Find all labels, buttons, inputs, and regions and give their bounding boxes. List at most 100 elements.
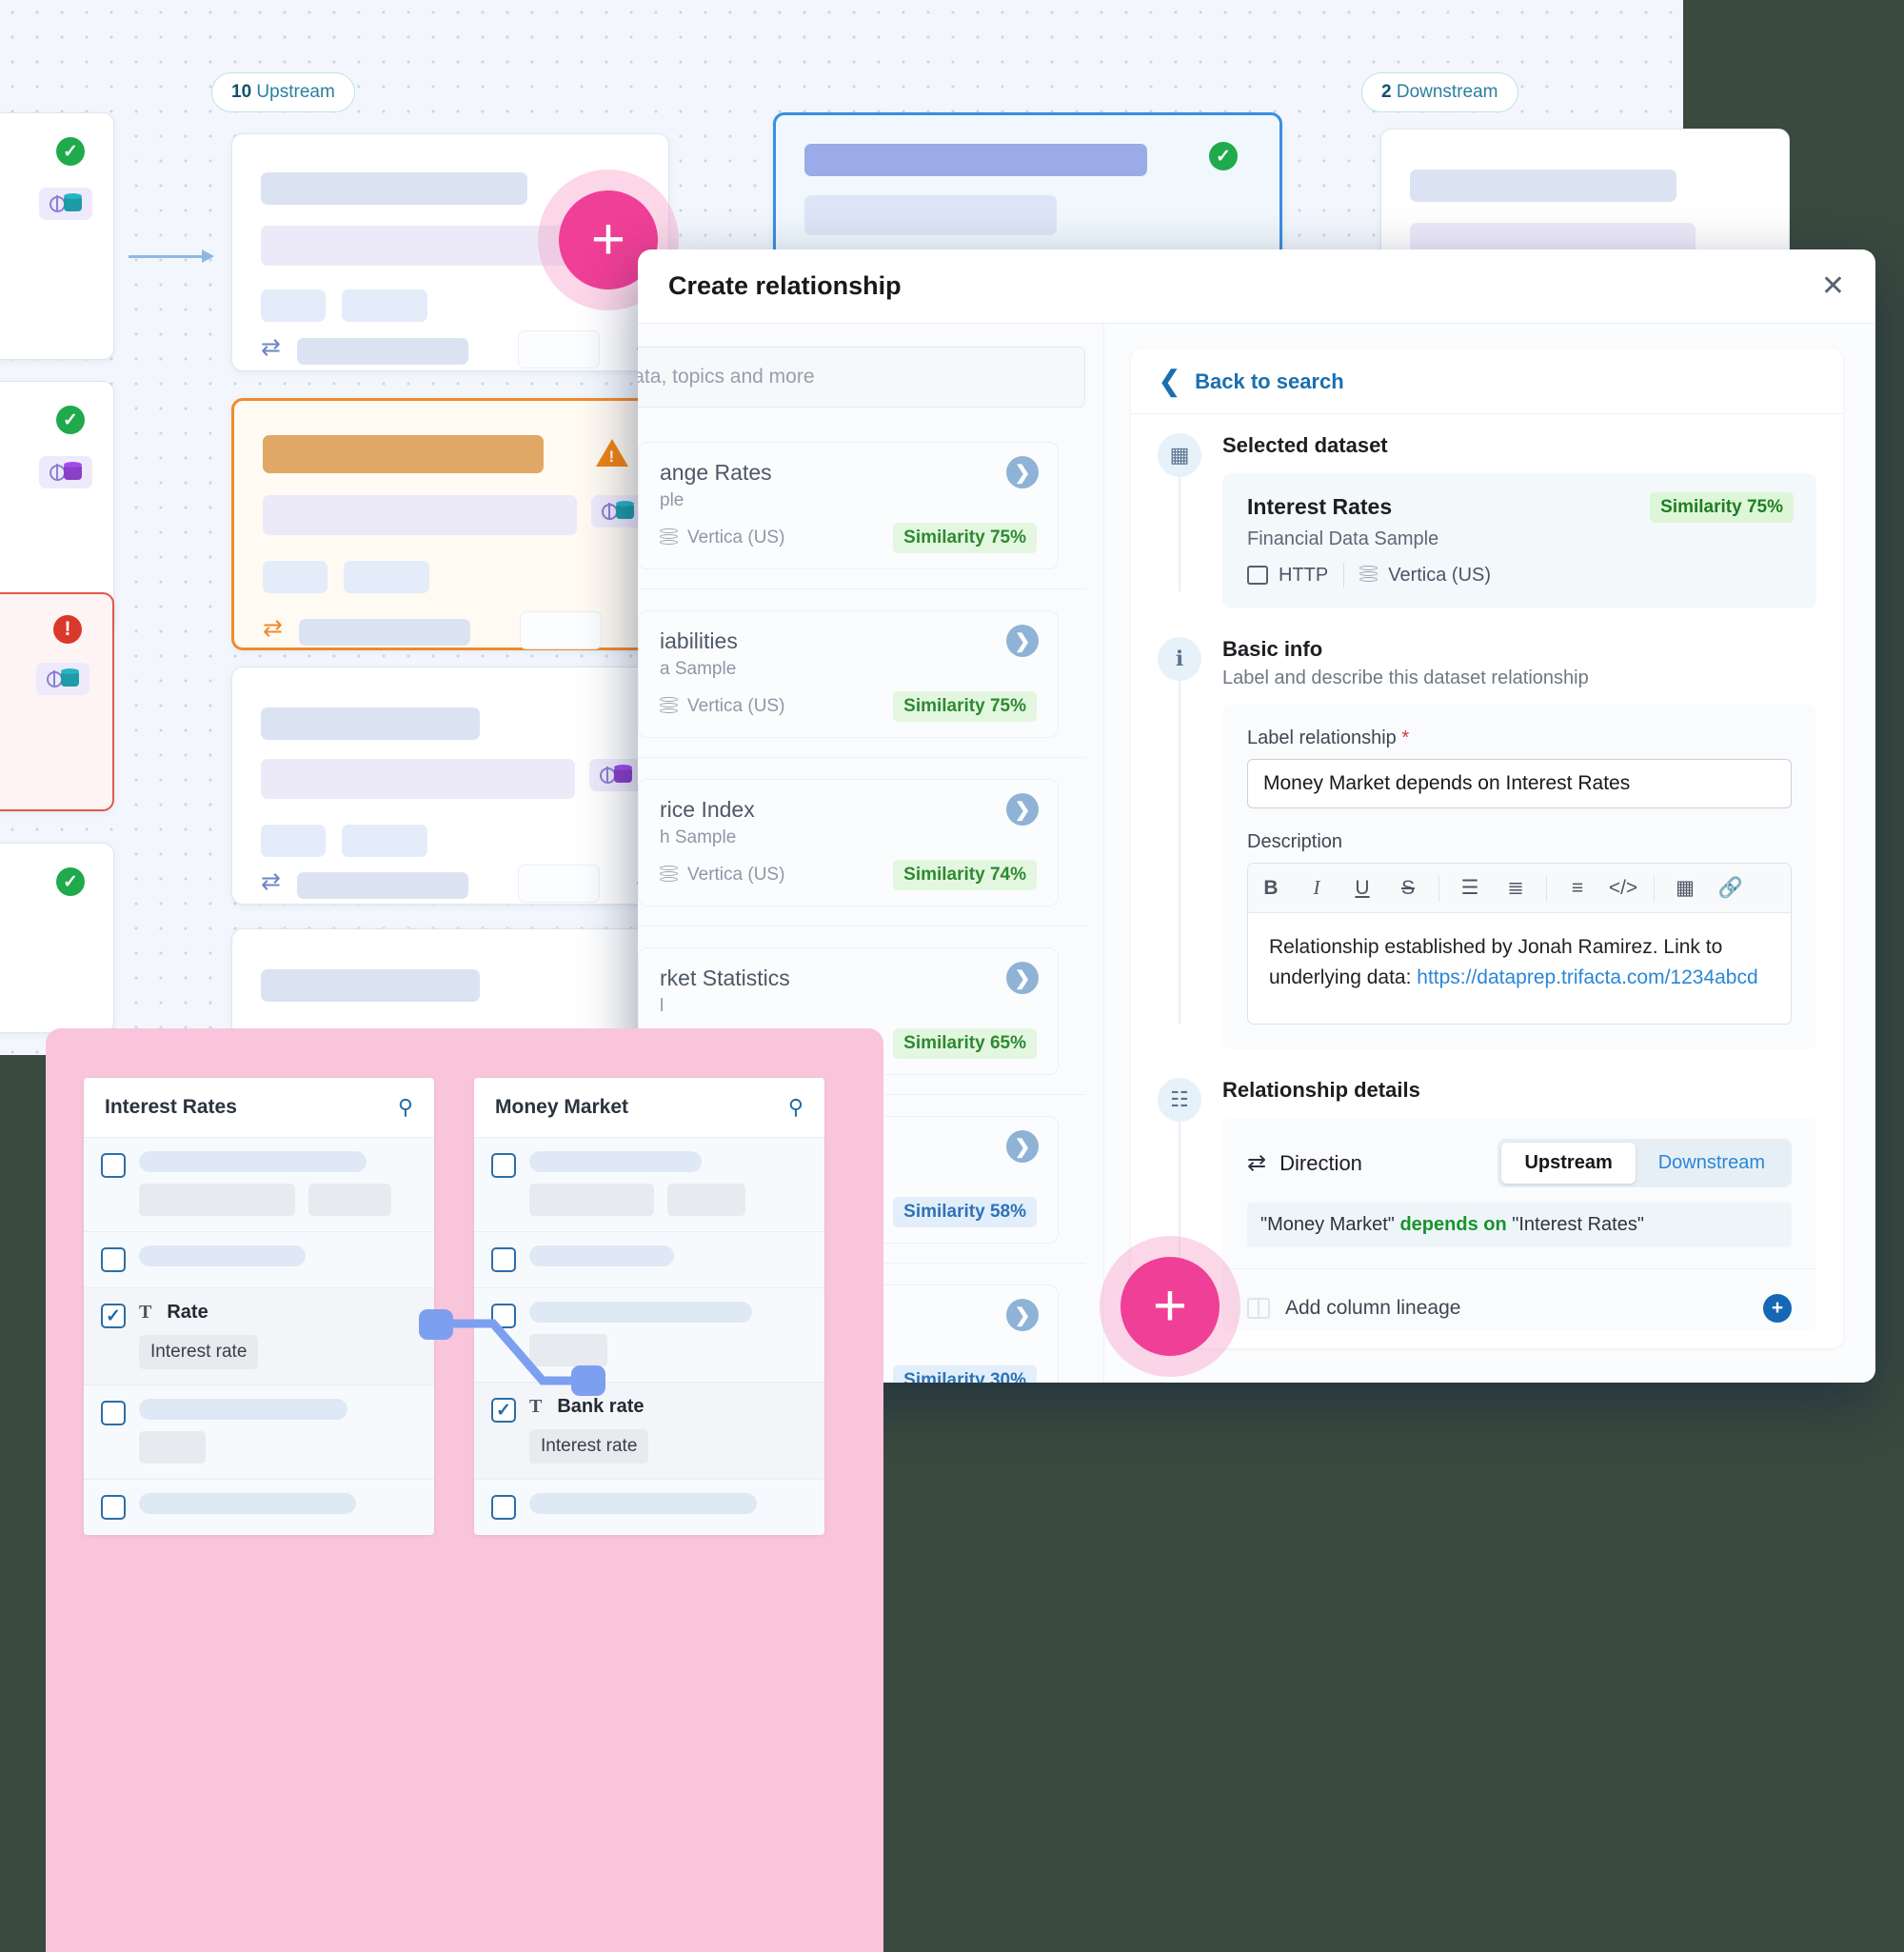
divider (1546, 874, 1547, 902)
search-input[interactable]: r datasets, metadata, topics and more (638, 347, 1085, 408)
result-meta: Vertica (US) Similarity 75% (660, 691, 1037, 722)
selected-dataset-card[interactable]: Similarity 75% Interest Rates Financial … (1222, 473, 1816, 608)
section-title: Basic info (1222, 637, 1323, 661)
search-icon[interactable]: ⚲ (788, 1095, 803, 1120)
similarity-badge: Similarity 58% (893, 1197, 1037, 1227)
code-icon[interactable]: </> (1600, 864, 1646, 913)
row-checkbox[interactable] (491, 1153, 516, 1178)
label-relationship-input[interactable] (1247, 759, 1792, 808)
italic-icon[interactable]: I (1294, 864, 1339, 913)
direction-option-upstream[interactable]: Upstream (1501, 1143, 1636, 1184)
description-link[interactable]: https://dataprep.trifacta.com/1234abcd (1417, 966, 1757, 988)
result-card[interactable]: ❯ rice Index h Sample Vertica (US) Simil… (638, 779, 1059, 906)
numbered-list-icon[interactable]: ≣ (1493, 864, 1538, 913)
table-icon: ▦ (1158, 433, 1201, 477)
mapping-row-selected[interactable]: ✓ T Bank rate Interest rate (474, 1382, 824, 1479)
mapping-row[interactable] (474, 1231, 824, 1287)
result-card[interactable]: ❯ iabilities a Sample Vertica (US) Simil… (638, 610, 1059, 738)
chevron-right-icon[interactable]: ❯ (1006, 1299, 1039, 1331)
result-meta: Vertica (US) Similarity 75% (660, 523, 1037, 553)
direction-label: Direction (1279, 1150, 1362, 1175)
row-checkbox-checked[interactable]: ✓ (101, 1304, 126, 1328)
relationship-details-body: Relationship details ⇄ Direction Upstrea… (1201, 1078, 1816, 1330)
text-type-icon: T (139, 1302, 152, 1323)
node-bar (261, 825, 326, 857)
chevron-right-icon[interactable]: ❯ (1006, 1130, 1039, 1163)
lineage-node[interactable]: ✓ ⌄ (0, 381, 114, 628)
mapping-row[interactable] (474, 1287, 824, 1382)
mapping-row[interactable] (474, 1479, 824, 1535)
mapping-row[interactable] (474, 1137, 824, 1231)
mapping-row[interactable] (84, 1231, 434, 1287)
mapping-row[interactable] (84, 1479, 434, 1535)
mapping-row[interactable] (84, 1384, 434, 1479)
search-icon[interactable]: ⚲ (398, 1095, 413, 1120)
database-icon (61, 671, 79, 687)
placeholder-bar (529, 1334, 607, 1366)
row-checkbox[interactable] (491, 1304, 516, 1328)
result-card[interactable]: ❯ ange Rates ple Vertica (US) Similarity… (638, 442, 1059, 569)
row-content (139, 1493, 417, 1520)
direction-row: ⇄ Direction Upstream Downstream (1222, 1118, 1816, 1203)
section-title: Relationship details (1222, 1078, 1420, 1102)
chevron-right-icon[interactable]: ❯ (1006, 625, 1039, 657)
underline-icon[interactable]: U (1339, 864, 1385, 913)
description-text-area[interactable]: Relationship established by Jonah Ramire… (1248, 913, 1791, 1024)
plus-icon: + (1121, 1257, 1220, 1356)
placeholder-bar (139, 1245, 307, 1266)
chevron-right-icon[interactable]: ❯ (1006, 793, 1039, 826)
lineage-node-selected[interactable]: ! ⇄ ⌄ (231, 398, 669, 650)
node-bar (804, 195, 1057, 235)
result-source-label: Vertica (US) (687, 528, 785, 548)
link-icon[interactable]: 🔗 (1708, 864, 1754, 913)
mapping-row-selected[interactable]: ✓ T Rate Interest rate (84, 1287, 434, 1384)
row-checkbox[interactable] (491, 1495, 516, 1520)
table-icon[interactable]: ▦ (1662, 864, 1708, 913)
bold-icon[interactable]: B (1248, 864, 1294, 913)
search-result-item[interactable]: ❯ iabilities a Sample Vertica (US) Simil… (638, 589, 1085, 758)
strikethrough-icon[interactable]: S (1385, 864, 1431, 913)
direction-option-downstream[interactable]: Downstream (1636, 1143, 1788, 1184)
row-checkbox[interactable] (491, 1247, 516, 1272)
bulleted-list-icon[interactable]: ☰ (1447, 864, 1493, 913)
column-mapping-columns: Interest Rates ⚲ ✓ T Rate Interest rate … (84, 1078, 845, 1535)
lineage-node-error[interactable]: ! ⌄ (0, 592, 114, 811)
divider (1343, 563, 1345, 588)
add-column-lineage-row[interactable]: Add column lineage + (1222, 1268, 1816, 1330)
row-checkbox[interactable] (101, 1153, 126, 1178)
lineage-node[interactable]: ✓ ⇄ ⌄ (231, 667, 680, 905)
chevron-right-icon[interactable]: ❯ (1006, 456, 1039, 488)
add-icon[interactable]: + (1763, 1294, 1792, 1323)
indent-icon[interactable]: ≡ (1555, 864, 1600, 913)
row-checkbox-checked[interactable]: ✓ (491, 1398, 516, 1423)
chevron-right-icon[interactable]: ❯ (1006, 962, 1039, 994)
add-column-lineage-fab[interactable]: + (1100, 1236, 1240, 1377)
row-checkbox[interactable] (101, 1247, 126, 1272)
warning-icon: ! (596, 439, 628, 467)
result-source: Vertica (US) (660, 865, 784, 886)
row-checkbox[interactable] (101, 1495, 126, 1520)
direction-toggle: Upstream Downstream (1497, 1139, 1792, 1187)
text-type-icon: T (529, 1396, 543, 1417)
lineage-node[interactable]: ✓ (0, 843, 114, 1033)
dialog-title: Create relationship (668, 271, 902, 300)
placeholder-bar (529, 1151, 703, 1172)
result-title: iabilities (660, 628, 738, 653)
result-subtitle: l (660, 996, 664, 1016)
search-input-text: r datasets, metadata, topics and more (638, 366, 815, 388)
search-result-item[interactable]: ❯ ange Rates ple Vertica (US) Similarity… (638, 421, 1085, 589)
status-ok-icon: ✓ (1209, 142, 1238, 170)
column-name-wrap: T Rate (139, 1302, 417, 1324)
row-checkbox[interactable] (101, 1401, 126, 1425)
lineage-node[interactable]: ✓ ⌄ (0, 112, 114, 360)
search-result-item[interactable]: ❯ rice Index h Sample Vertica (US) Simil… (638, 758, 1085, 926)
back-to-search-button[interactable]: ❮ Back to search (1131, 349, 1843, 414)
mapping-row[interactable] (84, 1137, 434, 1231)
result-title: rice Index (660, 797, 755, 822)
close-icon[interactable]: ✕ (1821, 271, 1845, 301)
upstream-label: Upstream (256, 82, 335, 102)
downstream-count-badge[interactable]: 2 Downstream (1361, 72, 1518, 112)
section-rail (1179, 477, 1180, 591)
result-title: rket Statistics (660, 966, 790, 990)
upstream-count-badge[interactable]: 10 Upstream (211, 72, 355, 112)
